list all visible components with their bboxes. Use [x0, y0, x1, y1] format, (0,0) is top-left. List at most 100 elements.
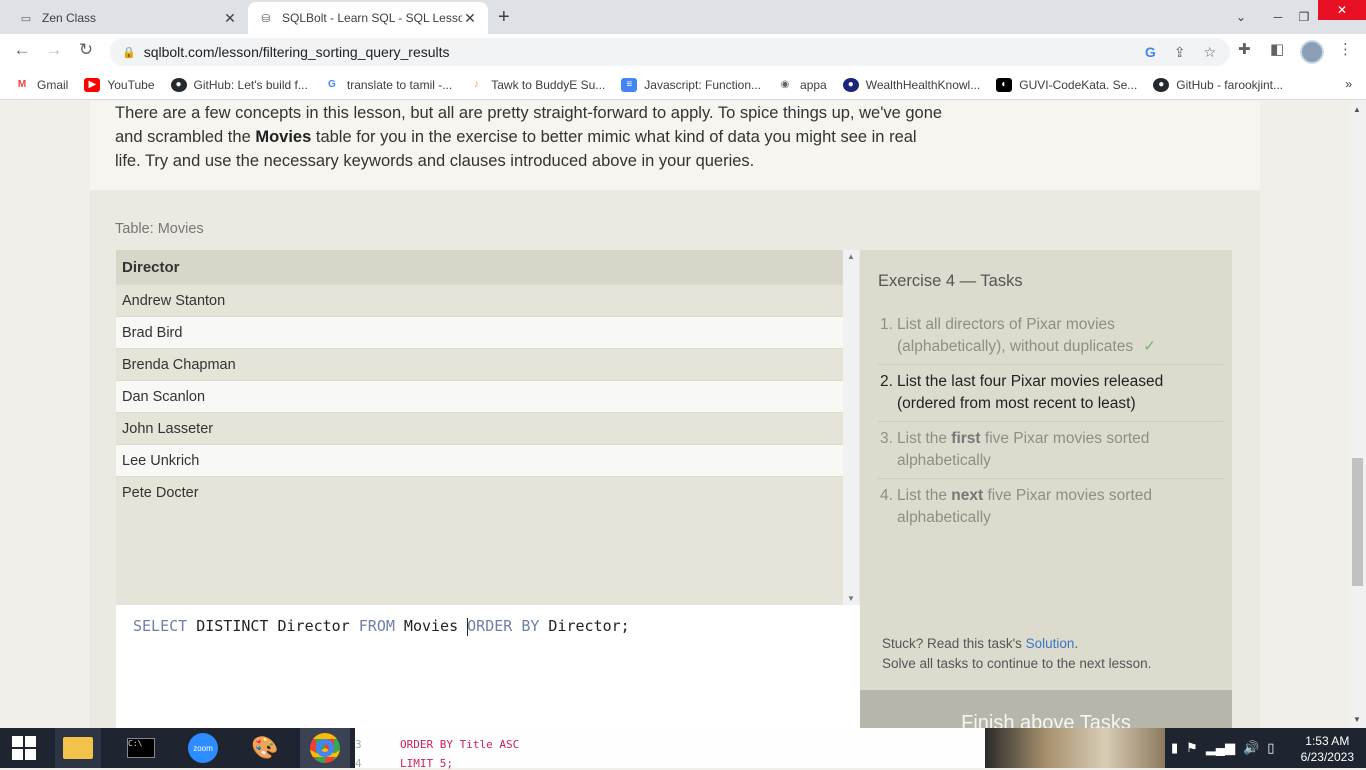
github-icon: ● — [1153, 77, 1170, 92]
star-icon[interactable]: ☆ — [1203, 44, 1216, 61]
close-icon[interactable]: ✕ — [462, 10, 478, 27]
chevron-down-icon[interactable]: ⌄ — [1230, 0, 1252, 34]
bookmark-gmail[interactable]: M Gmail — [14, 78, 69, 92]
task-text: List the next five Pixar movies sorted a… — [897, 485, 1223, 529]
windows-logo-icon — [12, 736, 36, 760]
stuck-label: Stuck? Read this task's — [882, 636, 1026, 651]
scroll-down-icon[interactable]: ▼ — [1353, 715, 1361, 724]
bookmark-label: Javascript: Function... — [644, 77, 762, 92]
reload-icon[interactable]: ↻ — [74, 40, 98, 60]
task-item[interactable]: 2. List the last four Pixar movies relea… — [878, 365, 1223, 422]
bookmarks-bar: M Gmail ▶ YouTube ● GitHub: Let's build f..… — [0, 70, 1366, 100]
menu-icon[interactable]: ⋮ — [1338, 40, 1353, 58]
bookmark-label: YouTube — [107, 77, 155, 92]
tab-zen-class[interactable]: ▭ Zen Class ✕ — [8, 2, 248, 34]
zoom-icon[interactable]: zoom — [180, 728, 226, 768]
side-panel-icon[interactable]: ◧ — [1270, 40, 1284, 58]
guvi-icon: ◐ — [996, 77, 1013, 92]
bookmark-wealth[interactable]: ● WealthHealthKnowl... — [842, 77, 980, 92]
page-scrollbar[interactable]: ▲ ▼ — [1349, 101, 1366, 728]
bookmark-javascript[interactable]: ≡ Javascript: Function... — [621, 77, 762, 92]
network-icon[interactable]: ▂▄▆ — [1206, 740, 1235, 756]
chart-icon[interactable]: ▮ — [1171, 740, 1178, 756]
bookmark-tawk[interactable]: ♪ Tawk to BuddyE Su... — [468, 78, 606, 92]
bookmark-translate[interactable]: Gtranslate to tamil -... — [324, 78, 452, 92]
tray-icons: ▮ ⚑ ▂▄▆ 🔊 ▯ — [1171, 740, 1274, 756]
scroll-up-icon[interactable]: ▲ — [1353, 105, 1361, 114]
close-icon[interactable]: ✕ — [222, 10, 238, 27]
table-scrollbar[interactable]: ▲ ▼ — [843, 250, 859, 605]
avatar[interactable] — [1300, 40, 1324, 64]
bookmark-appa[interactable]: ◉ appa — [777, 78, 827, 92]
extensions-icon[interactable]: ✚ — [1238, 40, 1251, 58]
youtube-icon: ▶ — [84, 77, 101, 92]
stuck-suffix: . — [1074, 636, 1079, 651]
tawk-icon: ♪ — [473, 79, 479, 90]
bookmark-github[interactable]: ● GitHub: Let's build f... — [170, 77, 308, 92]
close-window-button[interactable]: ✕ — [1318, 0, 1366, 20]
task-item[interactable]: 3. List the first five Pixar movies sort… — [878, 422, 1223, 479]
bookmark-label: GUVI-CodeKata. Se... — [1019, 77, 1138, 92]
solve-label: Solve all tasks to continue to the next … — [882, 656, 1152, 671]
task-item[interactable]: 1. List all directors of Pixar movies (a… — [878, 308, 1223, 365]
start-button[interactable] — [0, 728, 48, 768]
intro-bold: Movies — [255, 128, 312, 146]
tab-sqlbolt[interactable]: ⛁ SQLBolt - Learn SQL - SQL Lesso ✕ — [248, 2, 488, 34]
zoom-label: zoom — [188, 733, 218, 763]
task-number: 1. — [880, 316, 893, 333]
database-icon: ⛁ — [261, 12, 271, 25]
flag-icon[interactable]: ⚑ — [1186, 740, 1198, 756]
github-icon: ● — [170, 77, 187, 92]
scroll-up-icon[interactable]: ▲ — [847, 252, 855, 261]
sql-keyword: SELECT — [133, 617, 188, 635]
toolbar: ← → ↻ 🔒 sqlbolt.com/lesson/filtering_sor… — [0, 34, 1366, 70]
table-row: John Lasseter — [116, 412, 843, 444]
clock[interactable]: 1:53 AM 6/23/2023 — [1301, 733, 1354, 765]
time-text: 1:53 AM — [1305, 734, 1350, 748]
sql-keyword: ORDER BY — [467, 617, 540, 635]
table-row: Dan Scanlon — [116, 380, 843, 412]
exercise-title: Exercise 4 — Tasks — [878, 272, 1023, 290]
system-tray: ▮ ⚑ ▂▄▆ 🔊 ▯ 1:53 AM 6/23/2023 — [1165, 728, 1366, 768]
address-bar[interactable]: 🔒 sqlbolt.com/lesson/filtering_sorting_q… — [110, 38, 1230, 66]
preview-code: LIMIT 5; — [400, 757, 453, 770]
preview-line-number: 4 — [355, 757, 362, 770]
check-icon: ✓ — [1143, 338, 1157, 355]
forward-arrow-icon[interactable]: → — [42, 40, 66, 60]
scrollbar-thumb[interactable] — [1352, 458, 1363, 586]
minimize-button[interactable]: ─ — [1266, 0, 1290, 34]
table-header: Director — [116, 250, 843, 284]
paint-icon[interactable]: 🎨 — [242, 728, 288, 768]
help-text: Stuck? Read this task's Solution. Solve … — [882, 634, 1151, 674]
bookmark-guvi[interactable]: ◐ GUVI-CodeKata. Se... — [996, 77, 1138, 92]
task-item[interactable]: 4. List the next five Pixar movies sorte… — [878, 479, 1223, 535]
chevron-right-icon[interactable]: » — [1345, 77, 1352, 91]
sql-editor[interactable]: SELECT DISTINCT Director FROM Movies ORD… — [116, 605, 860, 728]
solution-link[interactable]: Solution — [1026, 636, 1075, 651]
new-tab-button[interactable]: + — [498, 6, 510, 29]
scroll-down-icon[interactable]: ▼ — [847, 594, 855, 603]
task-emphasis: next — [951, 487, 984, 504]
bookmark-label: GitHub: Let's build f... — [193, 77, 308, 92]
table-row: Brenda Chapman — [116, 348, 843, 380]
back-arrow-icon[interactable]: ← — [10, 40, 34, 60]
sql-text: Movies — [394, 617, 468, 635]
page-icon: ▭ — [20, 12, 32, 25]
query-text[interactable]: SELECT DISTINCT Director FROM Movies ORD… — [133, 617, 630, 636]
lock-icon[interactable]: 🔒 — [122, 46, 136, 59]
task-emphasis: first — [951, 430, 981, 447]
tasks-panel: Exercise 4 — Tasks 1. List all directors… — [860, 250, 1232, 690]
battery-icon[interactable]: ▯ — [1267, 740, 1274, 756]
volume-icon[interactable]: 🔊 — [1243, 740, 1259, 756]
bookmark-youtube[interactable]: ▶ YouTube — [84, 77, 155, 92]
finish-tasks-button[interactable]: Finish above Tasks — [860, 690, 1232, 728]
restore-button[interactable]: ❐ — [1292, 0, 1316, 34]
task-number: 4. — [880, 487, 893, 504]
share-icon[interactable]: ⇪ — [1174, 44, 1186, 61]
terminal-icon[interactable]: C:\ — [118, 728, 164, 768]
file-explorer-icon[interactable] — [55, 728, 101, 768]
url-text[interactable]: sqlbolt.com/lesson/filtering_sorting_que… — [144, 44, 450, 60]
google-icon[interactable]: G — [1145, 44, 1156, 61]
chrome-icon[interactable] — [300, 728, 350, 768]
bookmark-github-2[interactable]: ● GitHub - farookjint... — [1153, 77, 1283, 92]
